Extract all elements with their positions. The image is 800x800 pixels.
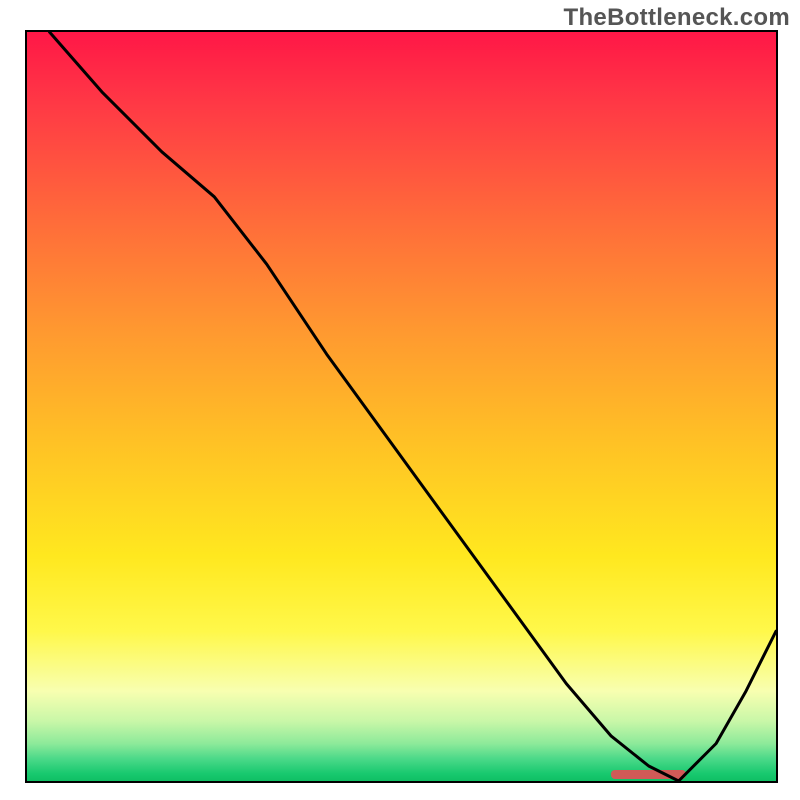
curve-line bbox=[27, 32, 776, 781]
plot-area bbox=[25, 30, 778, 783]
watermark-text: TheBottleneck.com bbox=[564, 4, 790, 32]
chart-container: TheBottleneck.com bbox=[0, 0, 800, 800]
